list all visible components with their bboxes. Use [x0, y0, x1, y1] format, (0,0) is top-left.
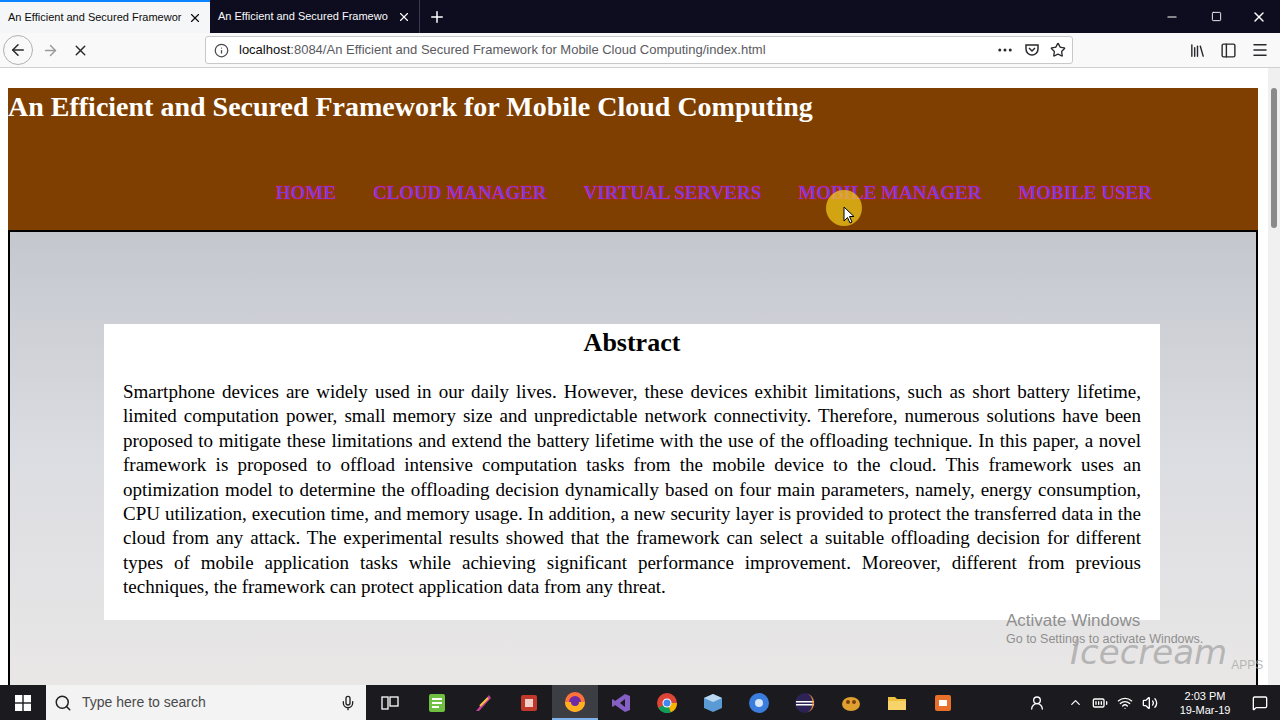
taskbar-app[interactable] — [736, 685, 782, 720]
activation-title: Activate Windows — [1006, 610, 1203, 631]
stop-button[interactable] — [66, 35, 94, 65]
back-icon — [9, 41, 27, 59]
abstract-body: Smartphone devices are widely used in ou… — [123, 380, 1141, 600]
scrollbar[interactable] — [1268, 68, 1280, 685]
people-icon[interactable] — [1029, 695, 1045, 711]
page: An Efficient and Secured Framework for M… — [0, 68, 1268, 685]
presentation-icon — [932, 692, 954, 714]
visual-studio-icon — [610, 692, 632, 714]
folder-icon — [886, 692, 908, 714]
minimize-icon — [1165, 10, 1179, 24]
hidden-icons-icon[interactable] — [1068, 695, 1083, 710]
box-icon — [702, 692, 724, 714]
forward-button[interactable] — [34, 35, 66, 65]
close-icon[interactable] — [397, 10, 411, 24]
nav-link[interactable]: VIRTUAL SERVERS — [584, 181, 762, 205]
clock-time: 2:03 PM — [1185, 689, 1226, 703]
server-icon — [840, 692, 862, 714]
taskbar-app[interactable] — [644, 685, 690, 720]
taskbar-app[interactable] — [828, 685, 874, 720]
nav-link[interactable]: MOBILE USER — [1019, 181, 1153, 205]
close-icon[interactable] — [188, 11, 202, 25]
battery-icon[interactable] — [1092, 695, 1108, 711]
address-bar[interactable]: localhost:8084/An Efficient and Secured … — [205, 36, 1073, 64]
firefox-icon — [563, 690, 587, 714]
taskbar-app[interactable] — [690, 685, 736, 720]
restore-icon — [1211, 11, 1222, 22]
pocket-icon[interactable] — [1024, 42, 1040, 58]
start-button[interactable] — [0, 685, 46, 720]
minimize-button[interactable] — [1150, 0, 1194, 33]
task-view-button[interactable] — [366, 685, 414, 720]
browser-tab[interactable]: An Efficient and Secured Framewo — [210, 0, 420, 33]
taskbar: Type here to search 2:03 PM19-Mar-19 — [0, 685, 1280, 720]
page-viewport: An Efficient and Secured Framework for M… — [0, 68, 1280, 685]
microphone-icon[interactable] — [340, 695, 356, 711]
plus-icon — [428, 8, 446, 26]
recorder-name: Icecream — [1070, 632, 1227, 672]
library-icon[interactable] — [1189, 42, 1206, 59]
taskbar-app[interactable] — [506, 685, 552, 720]
bookmark-star-icon[interactable] — [1050, 42, 1066, 58]
header-banner: An Efficient and Secured Framework for M… — [8, 88, 1258, 230]
menu-icon[interactable] — [1251, 41, 1269, 59]
site-title: An Efficient and Secured Framework for M… — [8, 90, 1258, 124]
tab-label: An Efficient and Secured Framewor — [8, 9, 184, 26]
windows-logo-icon — [15, 695, 31, 711]
mouse-pointer-icon — [843, 206, 855, 224]
system-tray: 2:03 PM19-Mar-19 — [1029, 685, 1280, 720]
taskbar-app[interactable] — [414, 685, 460, 720]
screen: An Efficient and Secured Framewor An Effi… — [0, 0, 1280, 720]
new-tab-button[interactable] — [420, 0, 454, 33]
page-actions-icon[interactable] — [996, 41, 1014, 59]
taskbar-app[interactable] — [460, 685, 506, 720]
wifi-icon[interactable] — [1117, 695, 1133, 711]
browser-tab[interactable]: An Efficient and Secured Framewor — [0, 0, 210, 33]
search-icon — [54, 694, 72, 712]
back-button[interactable] — [3, 35, 33, 65]
taskbar-app[interactable] — [552, 685, 598, 720]
forward-icon — [42, 42, 59, 59]
taskbar-app[interactable] — [782, 685, 828, 720]
browser-icon — [748, 692, 770, 714]
notepad-icon — [426, 692, 448, 714]
tab-strip: An Efficient and Secured Framewor An Effi… — [0, 0, 1280, 33]
editor-icon — [518, 692, 540, 714]
info-icon[interactable] — [214, 43, 229, 58]
search-box[interactable]: Type here to search — [46, 685, 366, 720]
scrollbar-thumb[interactable] — [1271, 88, 1277, 228]
task-view-icon — [381, 695, 399, 711]
abstract-card: Abstract Smartphone devices are widely us… — [104, 324, 1160, 620]
sidebar-icon[interactable] — [1220, 42, 1237, 59]
close-window-icon — [1251, 9, 1267, 25]
notifications-icon[interactable] — [1252, 695, 1268, 711]
taskbar-app[interactable] — [920, 685, 966, 720]
eclipse-icon — [794, 692, 816, 714]
main-nav: HOMECLOUD MANAGERVIRTUAL SERVERSMOBILE M… — [8, 181, 1258, 205]
clock-date: 19-Mar-19 — [1180, 703, 1231, 717]
volume-icon[interactable] — [1142, 695, 1158, 711]
stop-icon — [72, 42, 89, 59]
nav-link[interactable]: CLOUD MANAGER — [373, 181, 547, 205]
recorder-sub: APPS — [1231, 658, 1263, 672]
tab-label: An Efficient and Secured Framewo — [218, 8, 393, 25]
chrome-icon — [656, 692, 678, 714]
url-text: localhost:8084/An Efficient and Secured … — [239, 40, 986, 60]
abstract-heading: Abstract — [123, 327, 1141, 359]
close-button[interactable] — [1238, 0, 1280, 33]
feather-icon — [472, 692, 494, 714]
clock[interactable]: 2:03 PM19-Mar-19 — [1173, 689, 1237, 717]
nav-link[interactable]: HOME — [276, 181, 336, 205]
search-placeholder: Type here to search — [82, 692, 330, 713]
recorder-watermark: Icecream APPS — [1070, 632, 1263, 672]
maximize-button[interactable] — [1194, 0, 1238, 33]
taskbar-app[interactable] — [598, 685, 644, 720]
taskbar-app[interactable] — [874, 685, 920, 720]
nav-toolbar: localhost:8084/An Efficient and Secured … — [0, 33, 1280, 68]
